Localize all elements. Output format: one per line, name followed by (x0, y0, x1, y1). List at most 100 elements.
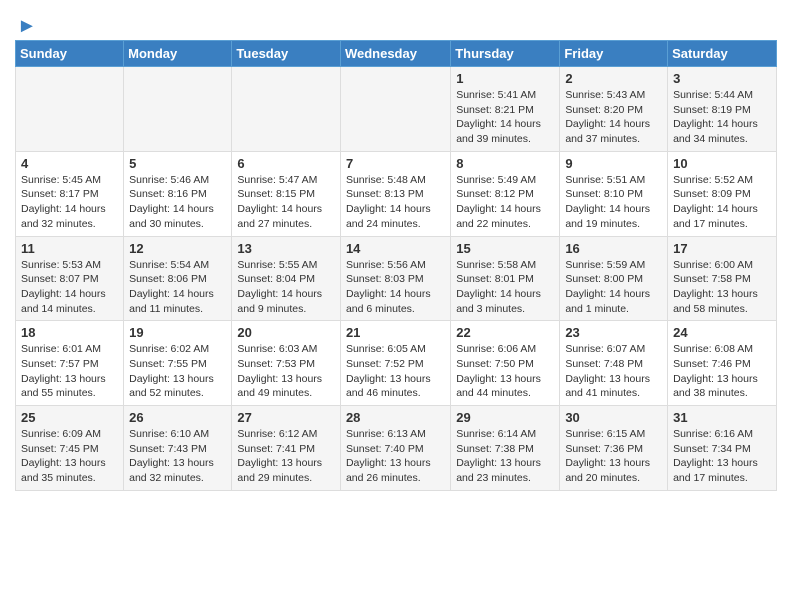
day-cell: 27Sunrise: 6:12 AM Sunset: 7:41 PM Dayli… (232, 406, 341, 491)
day-info: Sunrise: 5:43 AM Sunset: 8:20 PM Dayligh… (565, 88, 662, 147)
calendar: SundayMondayTuesdayWednesdayThursdayFrid… (15, 40, 777, 491)
day-number: 19 (129, 325, 226, 340)
day-cell: 10 Sunrise: 5:52 AM Sunset: 8:09 PM Dayli… (668, 151, 777, 236)
day-number: 3 (673, 71, 771, 86)
day-cell (124, 67, 232, 152)
weekday-header-monday: Monday (124, 41, 232, 67)
day-number: 26 (129, 410, 226, 425)
day-info: Sunrise: 5:46 AM Sunset: 8:16 PM Dayligh… (129, 173, 226, 232)
logo: ► (15, 15, 37, 34)
day-number: 24 (673, 325, 771, 340)
day-number: 14 (346, 241, 445, 256)
day-cell: 22 Sunrise: 6:06 AM Sunset: 7:50 PM Dayli… (451, 321, 560, 406)
weekday-row: SundayMondayTuesdayWednesdayThursdayFrid… (16, 41, 777, 67)
day-cell: 26 Sunrise: 6:10 AM Sunset: 7:43 PM Dayli… (124, 406, 232, 491)
day-cell: 24Sunrise: 6:08 AM Sunset: 7:46 PM Dayli… (668, 321, 777, 406)
day-info: Sunrise: 5:58 AM Sunset: 8:01 PM Dayligh… (456, 258, 554, 317)
weekday-header-sunday: Sunday (16, 41, 124, 67)
week-row-1: 1 Sunrise: 5:41 AM Sunset: 8:21 PM Daylig… (16, 67, 777, 152)
day-number: 15 (456, 241, 554, 256)
day-number: 9 (565, 156, 662, 171)
day-number: 22 (456, 325, 554, 340)
day-info: Sunrise: 5:47 AM Sunset: 8:15 PM Dayligh… (237, 173, 335, 232)
day-info: Sunrise: 6:03 AM Sunset: 7:53 PM Dayligh… (237, 342, 335, 401)
day-number: 5 (129, 156, 226, 171)
day-cell: 9 Sunrise: 5:51 AM Sunset: 8:10 PM Daylig… (560, 151, 668, 236)
weekday-header-tuesday: Tuesday (232, 41, 341, 67)
day-info: Sunrise: 6:02 AM Sunset: 7:55 PM Dayligh… (129, 342, 226, 401)
day-info: Sunrise: 6:16 AM Sunset: 7:34 PM Dayligh… (673, 427, 771, 486)
day-info: Sunrise: 5:49 AM Sunset: 8:12 PM Dayligh… (456, 173, 554, 232)
day-cell: 14 Sunrise: 5:56 AM Sunset: 8:03 PM Dayli… (340, 236, 450, 321)
day-info: Sunrise: 5:48 AM Sunset: 8:13 PM Dayligh… (346, 173, 445, 232)
day-cell: 15 Sunrise: 5:58 AM Sunset: 8:01 PM Dayli… (451, 236, 560, 321)
day-cell: 28Sunrise: 6:13 AM Sunset: 7:40 PM Dayli… (340, 406, 450, 491)
week-row-4: 18 Sunrise: 6:01 AM Sunset: 7:57 PM Dayli… (16, 321, 777, 406)
day-cell: 16 Sunrise: 5:59 AM Sunset: 8:00 PM Dayli… (560, 236, 668, 321)
weekday-header-thursday: Thursday (451, 41, 560, 67)
day-cell: 1 Sunrise: 5:41 AM Sunset: 8:21 PM Daylig… (451, 67, 560, 152)
day-number: 11 (21, 241, 118, 256)
day-cell: 25 Sunrise: 6:09 AM Sunset: 7:45 PM Dayli… (16, 406, 124, 491)
day-cell: 4Sunrise: 5:45 AM Sunset: 8:17 PM Daylig… (16, 151, 124, 236)
day-number: 4 (21, 156, 118, 171)
day-cell: 12Sunrise: 5:54 AM Sunset: 8:06 PM Dayli… (124, 236, 232, 321)
day-info: Sunrise: 5:55 AM Sunset: 8:04 PM Dayligh… (237, 258, 335, 317)
calendar-header: SundayMondayTuesdayWednesdayThursdayFrid… (16, 41, 777, 67)
week-row-5: 25 Sunrise: 6:09 AM Sunset: 7:45 PM Dayli… (16, 406, 777, 491)
day-info: Sunrise: 5:53 AM Sunset: 8:07 PM Dayligh… (21, 258, 118, 317)
day-cell: 29 Sunrise: 6:14 AM Sunset: 7:38 PM Dayli… (451, 406, 560, 491)
day-cell: 19 Sunrise: 6:02 AM Sunset: 7:55 PM Dayli… (124, 321, 232, 406)
day-info: Sunrise: 6:14 AM Sunset: 7:38 PM Dayligh… (456, 427, 554, 486)
weekday-header-saturday: Saturday (668, 41, 777, 67)
day-info: Sunrise: 6:00 AM Sunset: 7:58 PM Dayligh… (673, 258, 771, 317)
day-info: Sunrise: 6:12 AM Sunset: 7:41 PM Dayligh… (237, 427, 335, 486)
day-number: 21 (346, 325, 445, 340)
day-number: 1 (456, 71, 554, 86)
calendar-body: 1 Sunrise: 5:41 AM Sunset: 8:21 PM Daylig… (16, 67, 777, 491)
day-cell (16, 67, 124, 152)
day-cell: 18 Sunrise: 6:01 AM Sunset: 7:57 PM Dayli… (16, 321, 124, 406)
day-cell: 20 Sunrise: 6:03 AM Sunset: 7:53 PM Dayli… (232, 321, 341, 406)
day-cell: 8 Sunrise: 5:49 AM Sunset: 8:12 PM Daylig… (451, 151, 560, 236)
day-info: Sunrise: 6:06 AM Sunset: 7:50 PM Dayligh… (456, 342, 554, 401)
day-number: 13 (237, 241, 335, 256)
day-cell: 2Sunrise: 5:43 AM Sunset: 8:20 PM Daylig… (560, 67, 668, 152)
day-cell: 5 Sunrise: 5:46 AM Sunset: 8:16 PM Daylig… (124, 151, 232, 236)
day-cell (340, 67, 450, 152)
day-number: 17 (673, 241, 771, 256)
day-number: 28 (346, 410, 445, 425)
day-info: Sunrise: 5:52 AM Sunset: 8:09 PM Dayligh… (673, 173, 771, 232)
day-number: 25 (21, 410, 118, 425)
day-number: 7 (346, 156, 445, 171)
day-number: 30 (565, 410, 662, 425)
day-info: Sunrise: 5:56 AM Sunset: 8:03 PM Dayligh… (346, 258, 445, 317)
day-cell: 6 Sunrise: 5:47 AM Sunset: 8:15 PM Daylig… (232, 151, 341, 236)
day-info: Sunrise: 6:15 AM Sunset: 7:36 PM Dayligh… (565, 427, 662, 486)
weekday-header-friday: Friday (560, 41, 668, 67)
day-number: 10 (673, 156, 771, 171)
header: ► (15, 10, 777, 34)
day-info: Sunrise: 5:44 AM Sunset: 8:19 PM Dayligh… (673, 88, 771, 147)
day-info: Sunrise: 5:59 AM Sunset: 8:00 PM Dayligh… (565, 258, 662, 317)
day-cell: 11 Sunrise: 5:53 AM Sunset: 8:07 PM Dayli… (16, 236, 124, 321)
day-info: Sunrise: 5:51 AM Sunset: 8:10 PM Dayligh… (565, 173, 662, 232)
day-info: Sunrise: 6:09 AM Sunset: 7:45 PM Dayligh… (21, 427, 118, 486)
weekday-header-wednesday: Wednesday (340, 41, 450, 67)
week-row-3: 11 Sunrise: 5:53 AM Sunset: 8:07 PM Dayli… (16, 236, 777, 321)
day-info: Sunrise: 6:01 AM Sunset: 7:57 PM Dayligh… (21, 342, 118, 401)
day-number: 20 (237, 325, 335, 340)
day-number: 29 (456, 410, 554, 425)
day-cell (232, 67, 341, 152)
day-info: Sunrise: 6:10 AM Sunset: 7:43 PM Dayligh… (129, 427, 226, 486)
day-cell: 7 Sunrise: 5:48 AM Sunset: 8:13 PM Daylig… (340, 151, 450, 236)
day-number: 18 (21, 325, 118, 340)
day-cell: 13 Sunrise: 5:55 AM Sunset: 8:04 PM Dayli… (232, 236, 341, 321)
week-row-2: 4Sunrise: 5:45 AM Sunset: 8:17 PM Daylig… (16, 151, 777, 236)
day-cell: 17 Sunrise: 6:00 AM Sunset: 7:58 PM Dayli… (668, 236, 777, 321)
logo-arrow-icon: ► (17, 15, 37, 38)
day-number: 8 (456, 156, 554, 171)
day-info: Sunrise: 5:41 AM Sunset: 8:21 PM Dayligh… (456, 88, 554, 147)
day-number: 16 (565, 241, 662, 256)
day-number: 6 (237, 156, 335, 171)
